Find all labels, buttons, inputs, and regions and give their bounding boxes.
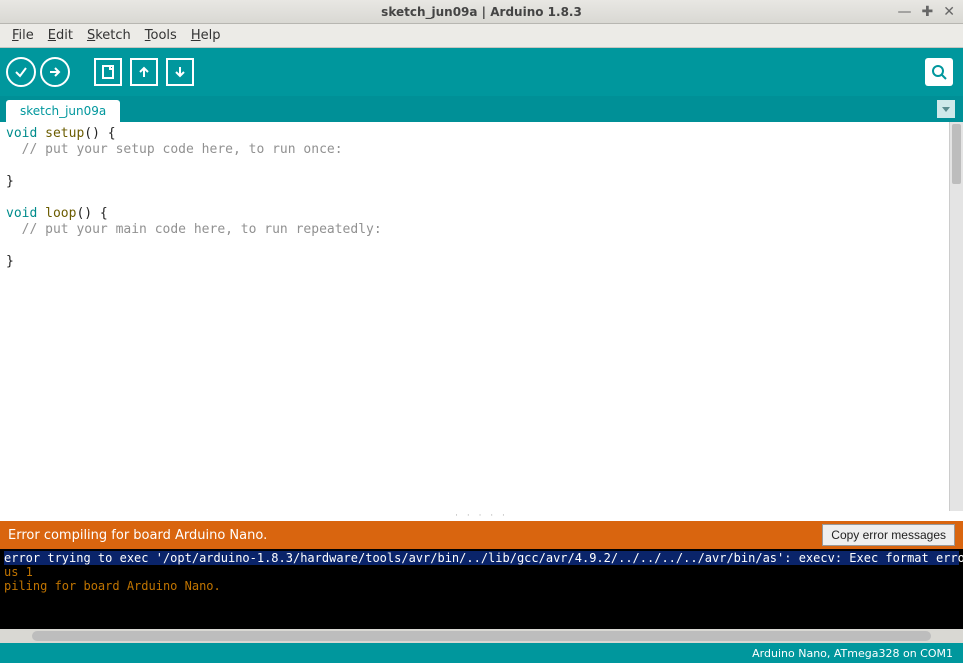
console-line: us 1 xyxy=(4,565,33,579)
tab-label: sketch_jun09a xyxy=(20,104,106,118)
splitter-handle[interactable]: · · · · · xyxy=(0,511,963,521)
copy-error-button[interactable]: Copy error messages xyxy=(822,524,955,546)
hscroll-thumb[interactable] xyxy=(32,631,931,641)
menu-sketch[interactable]: Sketch xyxy=(81,26,137,45)
editor-area: void setup() { // put your setup code he… xyxy=(0,122,963,511)
window-buttons: — ✚ ✕ xyxy=(898,0,955,23)
upload-button[interactable] xyxy=(40,57,70,87)
scrollbar-thumb[interactable] xyxy=(952,124,961,184)
tabbar: sketch_jun09a xyxy=(0,96,963,122)
save-button[interactable] xyxy=(166,58,194,86)
maximize-button[interactable]: ✚ xyxy=(922,4,934,20)
board-info: Arduino Nano, ATmega328 on COM1 xyxy=(752,647,953,660)
menu-file[interactable]: File xyxy=(6,26,40,45)
close-button[interactable]: ✕ xyxy=(943,4,955,20)
serial-monitor-button[interactable] xyxy=(925,58,953,86)
code-editor[interactable]: void setup() { // put your setup code he… xyxy=(0,122,949,511)
editor-scrollbar[interactable] xyxy=(949,122,963,511)
footer: Arduino Nano, ATmega328 on COM1 xyxy=(0,643,963,663)
console-line-selected: error trying to exec '/opt/arduino-1.8.3… xyxy=(4,551,959,565)
tab-menu-button[interactable] xyxy=(937,100,955,118)
menu-help[interactable]: Help xyxy=(185,26,227,45)
titlebar: sketch_jun09a | Arduino 1.8.3 — ✚ ✕ xyxy=(0,0,963,24)
console-line: piling for board Arduino Nano. xyxy=(4,579,221,593)
tab-sketch[interactable]: sketch_jun09a xyxy=(6,100,120,122)
console-hscroll[interactable] xyxy=(0,629,963,643)
app-window: sketch_jun09a | Arduino 1.8.3 — ✚ ✕ File… xyxy=(0,0,963,663)
minimize-button[interactable]: — xyxy=(898,4,912,20)
status-bar: Error compiling for board Arduino Nano. … xyxy=(0,521,963,549)
menu-edit[interactable]: Edit xyxy=(42,26,79,45)
verify-button[interactable] xyxy=(6,57,36,87)
menubar: File Edit Sketch Tools Help xyxy=(0,24,963,48)
status-message: Error compiling for board Arduino Nano. xyxy=(8,528,814,543)
open-button[interactable] xyxy=(130,58,158,86)
console-output[interactable]: error trying to exec '/opt/arduino-1.8.3… xyxy=(0,549,963,629)
toolbar xyxy=(0,48,963,96)
window-title: sketch_jun09a | Arduino 1.8.3 xyxy=(381,5,582,19)
menu-tools[interactable]: Tools xyxy=(139,26,183,45)
new-button[interactable] xyxy=(94,58,122,86)
